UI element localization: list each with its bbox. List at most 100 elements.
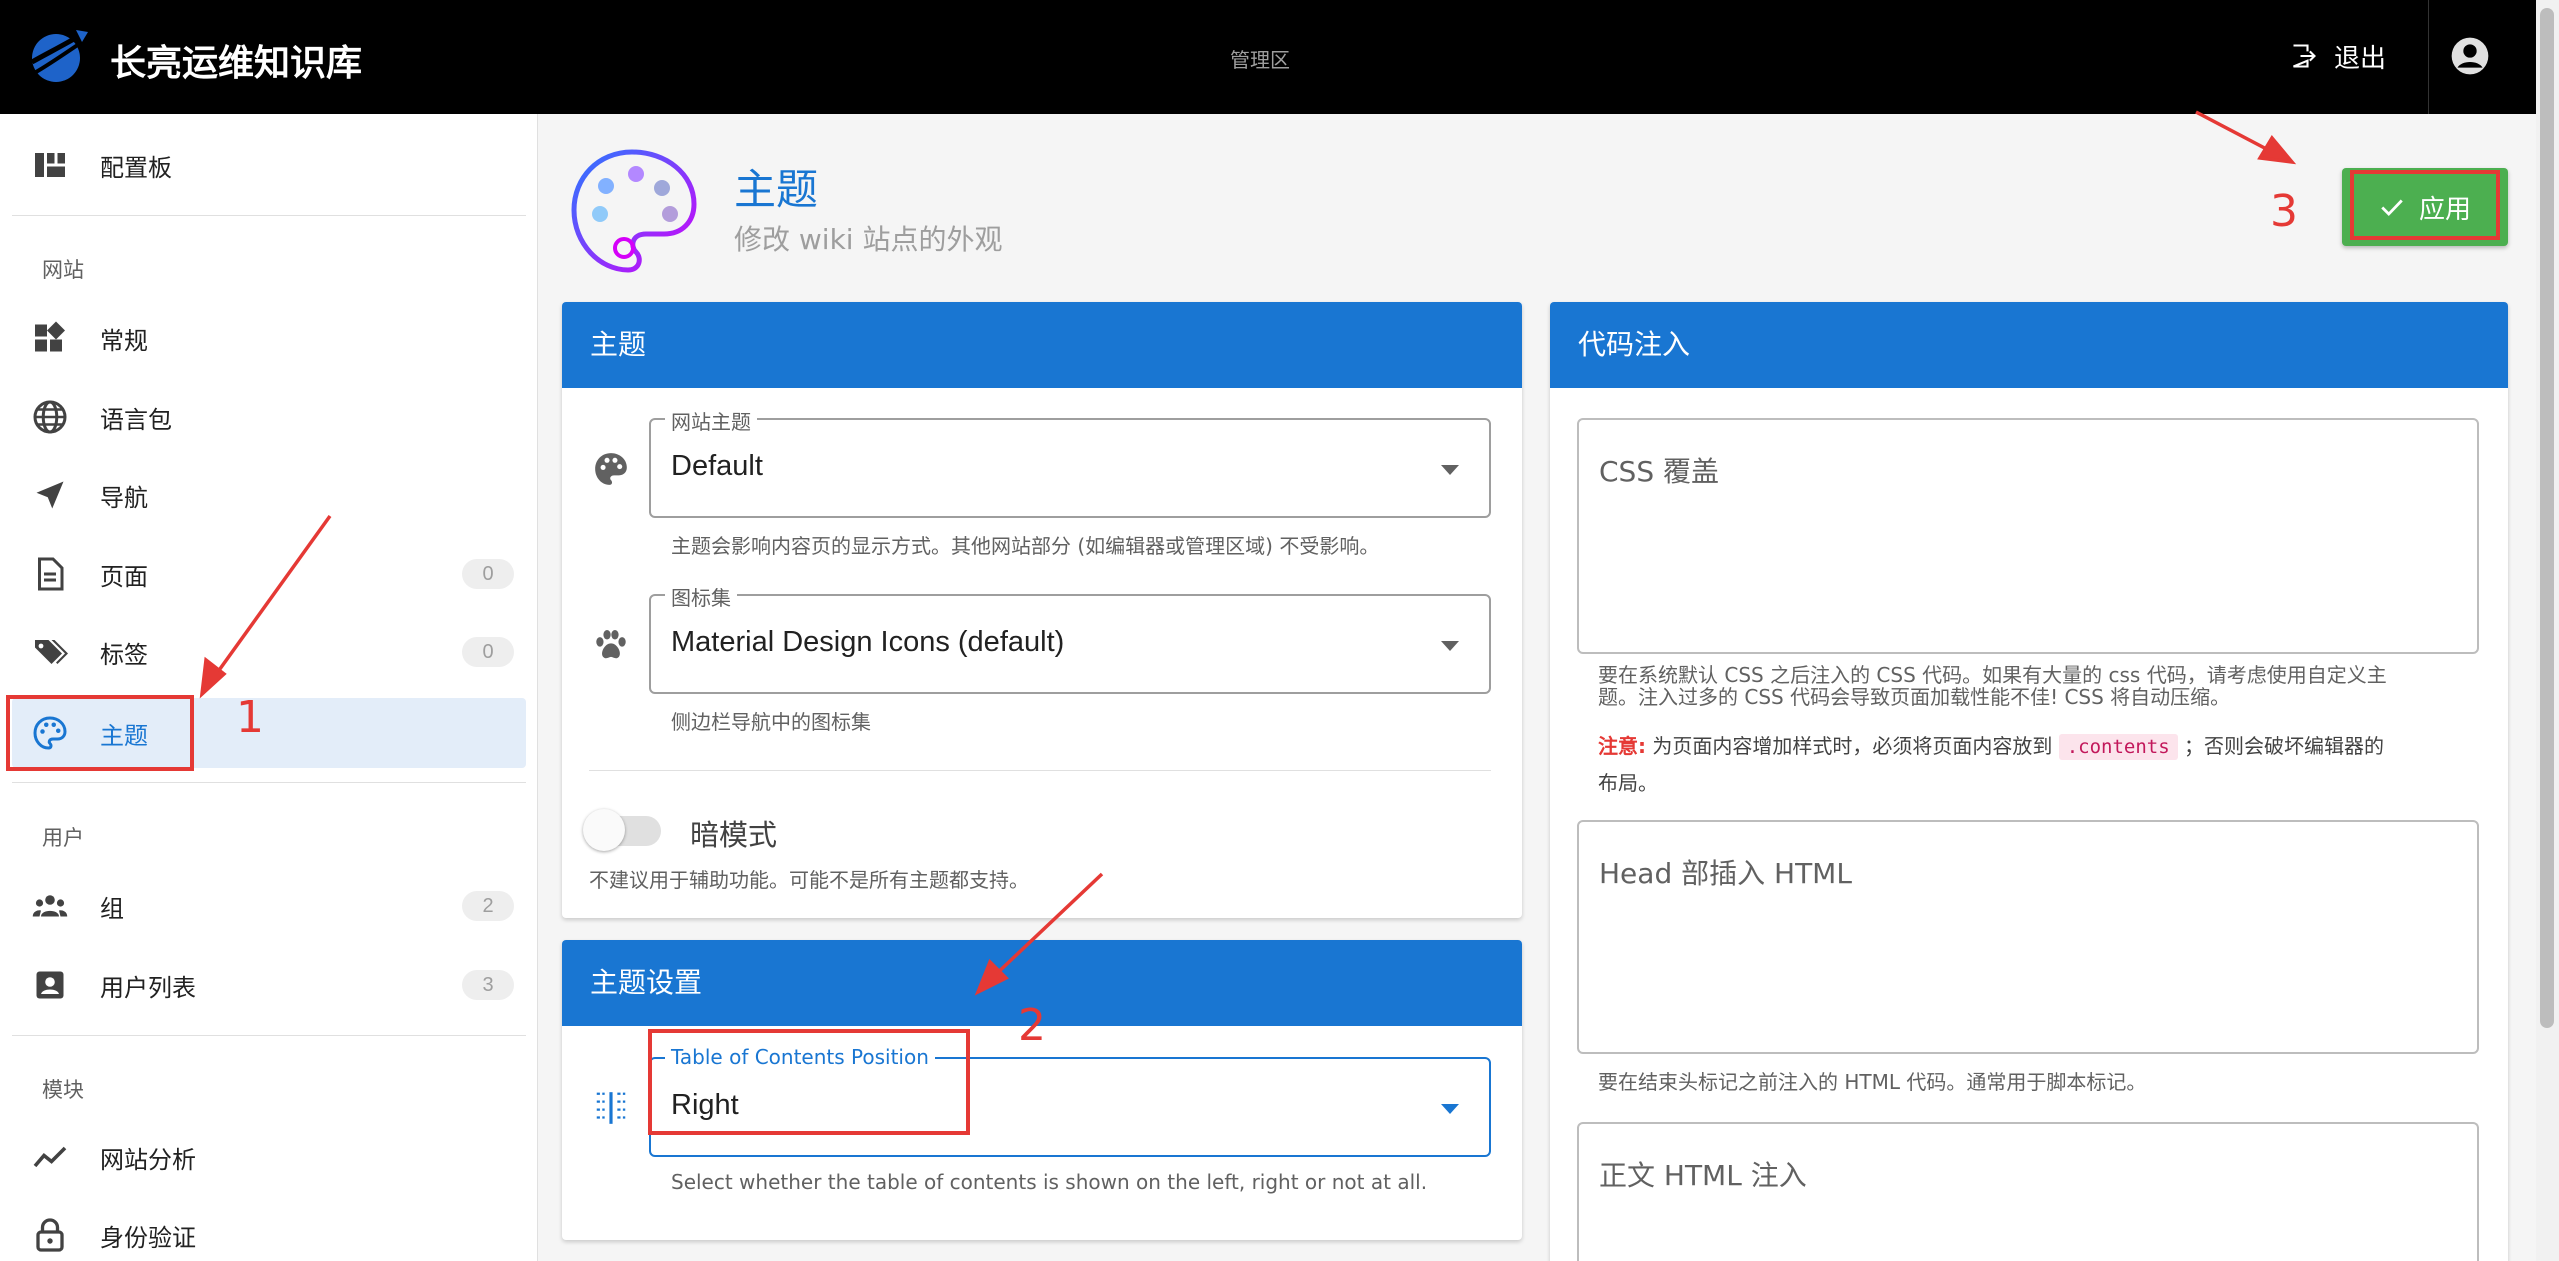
area-label: 管理区 — [1230, 48, 1290, 72]
sidebar-item-pages[interactable]: 页面 0 — [12, 539, 526, 609]
annotation-number-2: 2 — [1018, 1000, 1046, 1051]
lock-icon — [36, 1218, 64, 1252]
page-subtitle: 修改 wiki 站点的外观 — [734, 223, 1003, 256]
switch-knob — [583, 809, 625, 851]
head-html-textarea[interactable]: Head 部插入 HTML — [1577, 820, 2479, 1054]
field-value: Default — [671, 450, 763, 482]
logout-button[interactable]: 退出 — [2290, 28, 2386, 84]
sidebar-item-tags[interactable]: 标签 0 — [12, 617, 526, 687]
sidebar-item-analytics[interactable]: 网站分析 — [12, 1122, 526, 1192]
note-text: 布局。 — [1598, 771, 1658, 795]
sidebar-item-label: 组 — [100, 894, 124, 923]
divider — [589, 770, 1491, 771]
globe-icon — [33, 400, 67, 434]
table-of-contents-icon — [596, 1092, 626, 1124]
count-badge: 3 — [462, 970, 514, 1000]
sidebar: 配置板 网站 常规 语言包 导航 页面 0 标签 0 主题 用户 组 2 用户列… — [0, 114, 538, 1261]
sidebar-item-label: 用户列表 — [100, 973, 196, 1002]
chart-line-icon — [33, 1146, 67, 1168]
field-hint: Select whether the table of contents is … — [671, 1170, 1428, 1194]
widgets-icon — [35, 321, 65, 352]
note-label: 注意: — [1598, 734, 1646, 758]
card-title: 代码注入 — [1550, 302, 2508, 388]
textarea-placeholder: Head 部插入 HTML — [1599, 857, 1852, 890]
account-box-icon — [36, 971, 64, 999]
code-snippet: .contents — [2058, 734, 2178, 760]
sidebar-item-label: 身份验证 — [100, 1223, 196, 1252]
palette-icon — [595, 453, 627, 485]
annotation-number-3: 3 — [2270, 186, 2298, 237]
field-legend: 网站主题 — [665, 406, 757, 435]
page-scrollbar-thumb[interactable] — [2540, 8, 2554, 1028]
sidebar-item-label: 常规 — [100, 326, 148, 355]
field-legend: 图标集 — [665, 582, 737, 611]
annotation-number-1: 1 — [236, 692, 264, 743]
annotation-box-3 — [2350, 170, 2500, 240]
annotation-arrowhead-3 — [2257, 134, 2297, 165]
sidebar-item-groups[interactable]: 组 2 — [12, 871, 526, 941]
annotation-box-1 — [6, 695, 194, 771]
account-icon[interactable] — [2450, 36, 2490, 76]
field-hint: 侧边栏导航中的图标集 — [671, 710, 871, 734]
divider — [12, 215, 526, 216]
sidebar-item-label: 语言包 — [100, 405, 172, 434]
textarea-placeholder: CSS 覆盖 — [1599, 455, 1719, 488]
dashboard-icon — [35, 153, 65, 177]
sidebar-item-users[interactable]: 用户列表 3 — [12, 950, 526, 1020]
chevron-down-icon — [1441, 1104, 1459, 1114]
sidebar-item-label: 标签 — [100, 640, 148, 669]
app-title: 长亮运维知识库 — [110, 43, 363, 84]
sidebar-item-dashboard[interactable]: 配置板 — [12, 130, 526, 200]
paw-icon — [596, 629, 626, 659]
sidebar-item-general[interactable]: 常规 — [12, 303, 526, 373]
chevron-down-icon — [1441, 641, 1459, 651]
css-hint-line: 要在系统默认 CSS 之后注入的 CSS 代码。如果有大量的 css 代码，请考… — [1598, 663, 2387, 687]
palette-illustration-icon — [571, 149, 697, 273]
account-group-icon — [32, 895, 68, 917]
dark-mode-label: 暗模式 — [690, 818, 778, 852]
section-header-modules: 模块 — [42, 1078, 84, 1102]
sidebar-item-authentication[interactable]: 身份验证 — [12, 1200, 526, 1261]
dark-mode-hint: 不建议用于辅助功能。可能不是所有主题都支持。 — [589, 868, 1029, 892]
navigation-arrow-icon — [36, 481, 64, 509]
field-value: Material Design Icons (default) — [671, 626, 1065, 658]
textarea-placeholder: 正文 HTML 注入 — [1599, 1159, 1807, 1192]
logout-label: 退出 — [2334, 43, 2387, 74]
sidebar-item-navigation[interactable]: 导航 — [12, 460, 526, 530]
site-theme-select[interactable]: 网站主题 Default — [649, 406, 1491, 518]
dark-mode-switch[interactable] — [583, 806, 667, 854]
tags-icon — [35, 640, 68, 664]
css-hint-line: 题。注入过多的 CSS 代码会导致页面加载性能不佳! CSS 将自动压缩。 — [1598, 685, 2231, 709]
icon-set-select[interactable]: 图标集 Material Design Icons (default) — [649, 582, 1491, 694]
chevron-down-icon — [1441, 465, 1459, 475]
annotation-arrow-3 — [2195, 110, 2277, 156]
sidebar-item-label: 配置板 — [100, 153, 172, 182]
divider — [12, 782, 526, 783]
top-app-bar: 长亮运维知识库 管理区 退出 — [0, 0, 2559, 114]
section-header-website: 网站 — [42, 258, 84, 282]
sidebar-item-label: 导航 — [100, 483, 148, 512]
field-hint: 主题会影响内容页的显示方式。其他网站部分 (如编辑器或管理区域) 不受影响。 — [671, 534, 1380, 558]
count-badge: 0 — [462, 559, 514, 589]
body-html-textarea[interactable]: 正文 HTML 注入 — [1577, 1122, 2479, 1261]
sidebar-item-label: 网站分析 — [100, 1145, 196, 1174]
note-text: 为页面内容增加样式时，必须将页面内容放到 — [1652, 734, 2053, 758]
section-header-users: 用户 — [42, 826, 84, 850]
sidebar-item-label: 页面 — [100, 562, 148, 591]
logout-icon — [2293, 44, 2316, 68]
note-text: ；否则会破坏编辑器的 — [2184, 734, 2385, 758]
page-title: 主题 — [734, 165, 819, 214]
annotation-box-2 — [648, 1029, 970, 1135]
logo-icon — [30, 29, 90, 82]
css-note: 注意: 为页面内容增加样式时，必须将页面内容放到 .contents ；否则会破… — [1598, 728, 2384, 801]
css-hint: 要在系统默认 CSS 之后注入的 CSS 代码。如果有大量的 css 代码，请考… — [1598, 664, 2387, 708]
file-document-icon — [38, 557, 64, 591]
sidebar-item-locale[interactable]: 语言包 — [12, 382, 526, 452]
css-override-textarea[interactable]: CSS 覆盖 — [1577, 418, 2479, 654]
count-badge: 0 — [462, 637, 514, 667]
topbar-divider — [2428, 0, 2429, 114]
divider — [12, 1035, 526, 1036]
card-title: 主题 — [562, 302, 1522, 388]
head-html-hint: 要在结束头标记之前注入的 HTML 代码。通常用于脚本标记。 — [1598, 1070, 2147, 1094]
count-badge: 2 — [462, 891, 514, 921]
